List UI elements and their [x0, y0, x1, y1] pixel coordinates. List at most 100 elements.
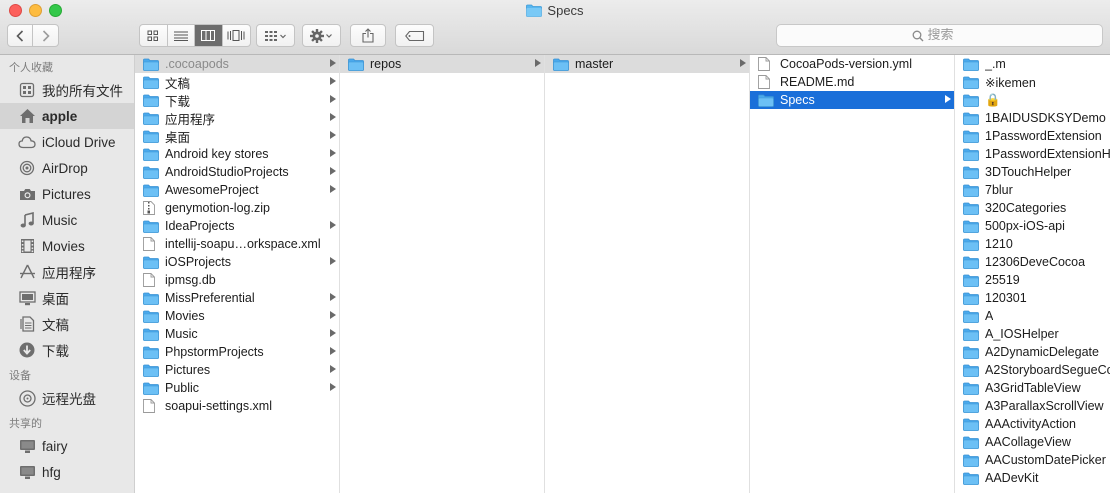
file-icon [758, 75, 774, 89]
folder-row[interactable]: Public [135, 379, 339, 397]
sidebar-item-music[interactable]: Music [0, 207, 134, 233]
folder-row[interactable]: ※ikemen [955, 73, 1110, 91]
folder-icon [963, 129, 979, 143]
arrange-button[interactable] [256, 24, 295, 47]
sidebar-item-airdrop[interactable]: AirDrop [0, 155, 134, 181]
folder-row[interactable]: Movies [135, 307, 339, 325]
folder-row[interactable]: AwesomeProject [135, 181, 339, 199]
folder-row[interactable]: 文稿 [135, 73, 339, 91]
folder-row[interactable]: A_IOSHelper [955, 325, 1110, 343]
item-name: A2DynamicDelegate [985, 345, 1099, 359]
folder-icon [963, 309, 979, 323]
sidebar-item-movies[interactable]: Movies [0, 233, 134, 259]
folder-row[interactable]: 1BAIDUSDKSYDemo [955, 109, 1110, 127]
cover-flow-view-button[interactable] [223, 25, 250, 46]
folder-row[interactable]: AACollageView [955, 433, 1110, 451]
folder-row[interactable]: A3ParallaxScrollView [955, 397, 1110, 415]
action-button[interactable] [302, 24, 341, 47]
forward-button[interactable] [33, 25, 58, 46]
folder-row[interactable]: .cocoapods [135, 55, 339, 73]
sidebar-item-apple[interactable]: apple [0, 103, 134, 129]
disclosure-arrow-icon [330, 365, 336, 373]
disclosure-arrow-icon [740, 59, 746, 67]
item-name: IdeaProjects [165, 219, 235, 233]
folder-row[interactable]: 1PasswordExtensionHa [955, 145, 1110, 163]
folder-icon [758, 93, 774, 107]
folder-row[interactable]: Music [135, 325, 339, 343]
list-view-button[interactable] [168, 25, 195, 46]
folder-row[interactable]: Specs [750, 91, 954, 109]
column-view-button[interactable] [195, 25, 223, 46]
folder-row[interactable]: 25519 [955, 271, 1110, 289]
item-name: README.md [780, 75, 855, 89]
folder-row[interactable]: A2DynamicDelegate [955, 343, 1110, 361]
folder-row[interactable]: Android key stores [135, 145, 339, 163]
back-button[interactable] [8, 25, 34, 46]
share-button[interactable] [350, 24, 386, 47]
sidebar-item-我的所有文件[interactable]: 我的所有文件 [0, 77, 134, 103]
sidebar-item-fairy[interactable]: fairy [0, 433, 134, 459]
icon-view-button[interactable] [140, 25, 168, 46]
sidebar-item-下载[interactable]: 下载 [0, 337, 134, 363]
disclosure-arrow-icon [330, 221, 336, 229]
folder-row[interactable]: repos [340, 55, 544, 73]
folder-row[interactable]: _.m [955, 55, 1110, 73]
file-row[interactable]: intellij-soapu…orkspace.xml [135, 235, 339, 253]
folder-row[interactable]: A2StoryboardSegueCo [955, 361, 1110, 379]
file-row[interactable]: CocoaPods-version.yml [750, 55, 954, 73]
folder-row[interactable]: master [545, 55, 749, 73]
item-name: A [985, 309, 994, 323]
sidebar-item-桌面[interactable]: 桌面 [0, 285, 134, 311]
sidebar-item-label: Music [42, 212, 78, 228]
folder-row[interactable]: 7blur [955, 181, 1110, 199]
sidebar-item-label: Pictures [42, 186, 91, 202]
item-name: soapui-settings.xml [165, 399, 272, 413]
folder-icon [963, 75, 979, 89]
folder-row[interactable]: 1210 [955, 235, 1110, 253]
item-name: 应用程序 [165, 112, 216, 127]
folder-row[interactable]: 320Categories [955, 199, 1110, 217]
folder-row[interactable]: 12306DeveCocoa [955, 253, 1110, 271]
item-name: AAActivityAction [985, 417, 1077, 431]
file-row[interactable]: genymotion-log.zip [135, 199, 339, 217]
sidebar-item-label: fairy [42, 438, 68, 454]
file-row[interactable]: README.md [750, 73, 954, 91]
folder-row[interactable]: Pictures [135, 361, 339, 379]
sidebar-item-远程光盘[interactable]: 远程光盘 [0, 385, 134, 411]
item-name: A2StoryboardSegueCo [985, 363, 1110, 377]
column-specs: _.m ※ikemen 🔒 1BAIDUSDKSYDemo 1PasswordExten… [955, 55, 1110, 493]
folder-row[interactable]: A [955, 307, 1110, 325]
search-field[interactable] [776, 24, 1103, 47]
folder-row[interactable]: MissPreferential [135, 289, 339, 307]
tag-button[interactable] [395, 24, 434, 47]
folder-row[interactable]: PhpstormProjects [135, 343, 339, 361]
folder-row[interactable]: 🔒 [955, 91, 1110, 109]
folder-icon [553, 57, 569, 71]
folder-row[interactable]: 1PasswordExtension [955, 127, 1110, 145]
sidebar-item-icloud-drive[interactable]: iCloud Drive [0, 129, 134, 155]
sidebar-item-文稿[interactable]: 文稿 [0, 311, 134, 337]
folder-row[interactable]: AAActivityAction [955, 415, 1110, 433]
folder-row[interactable]: 下载 [135, 91, 339, 109]
sidebar-item-应用程序[interactable]: 应用程序 [0, 259, 134, 285]
disclosure-arrow-icon [330, 95, 336, 103]
item-name: genymotion-log.zip [165, 201, 270, 215]
folder-row[interactable]: AADevKit [955, 469, 1110, 487]
folder-row[interactable]: A3GridTableView [955, 379, 1110, 397]
file-row[interactable]: soapui-settings.xml [135, 397, 339, 415]
folder-row[interactable]: AACustomDatePicker [955, 451, 1110, 469]
folder-row[interactable]: 120301 [955, 289, 1110, 307]
folder-row[interactable]: 桌面 [135, 127, 339, 145]
folder-row[interactable]: 应用程序 [135, 109, 339, 127]
folder-row[interactable]: 500px-iOS-api [955, 217, 1110, 235]
search-input[interactable] [927, 28, 968, 43]
film-icon [18, 237, 36, 255]
folder-row[interactable]: AndroidStudioProjects [135, 163, 339, 181]
folder-row[interactable]: 3DTouchHelper [955, 163, 1110, 181]
file-row[interactable]: ipmsg.db [135, 271, 339, 289]
folder-row[interactable]: IdeaProjects [135, 217, 339, 235]
folder-row[interactable]: iOSProjects [135, 253, 339, 271]
folder-icon [963, 291, 979, 305]
sidebar-item-pictures[interactable]: Pictures [0, 181, 134, 207]
sidebar-item-hfg[interactable]: hfg [0, 459, 134, 485]
